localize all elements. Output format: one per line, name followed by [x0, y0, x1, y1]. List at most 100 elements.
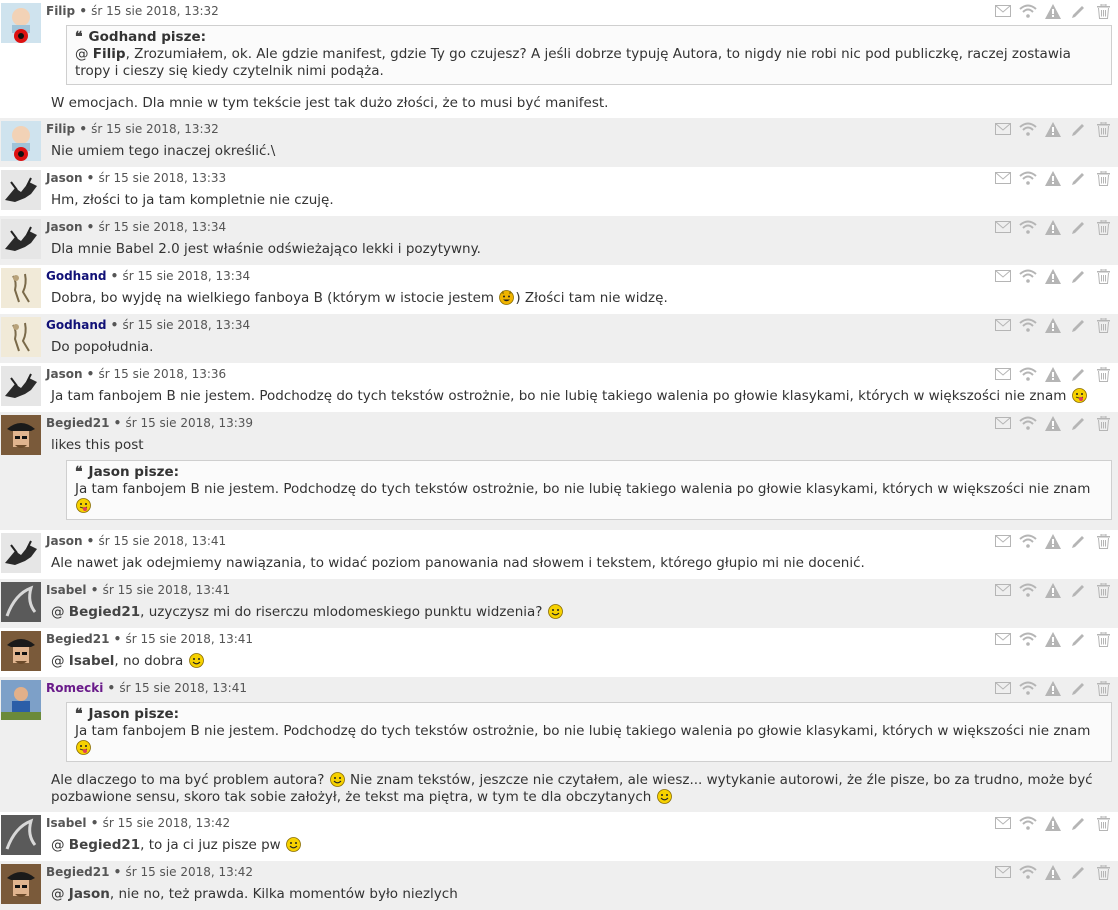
author-link[interactable]: Begied21: [46, 632, 109, 646]
author-link[interactable]: Jason: [46, 534, 83, 548]
mail-icon[interactable]: [994, 582, 1012, 598]
trash-icon[interactable]: [1094, 582, 1112, 598]
mail-icon[interactable]: [994, 864, 1012, 880]
author-link[interactable]: Filip: [46, 4, 75, 18]
avatar[interactable]: [1, 170, 41, 210]
wifi-icon[interactable]: [1019, 415, 1037, 431]
avatar[interactable]: [1, 121, 41, 161]
wifi-icon[interactable]: [1019, 170, 1037, 186]
pencil-icon[interactable]: [1069, 415, 1087, 431]
warning-icon[interactable]: [1044, 317, 1062, 333]
author-link[interactable]: Filip: [46, 122, 75, 136]
wifi-icon[interactable]: [1019, 317, 1037, 333]
pencil-icon[interactable]: [1069, 170, 1087, 186]
mention-link[interactable]: Begied21: [69, 837, 140, 853]
warning-icon[interactable]: [1044, 680, 1062, 696]
mention-link[interactable]: Filip: [93, 46, 126, 62]
avatar[interactable]: [1, 317, 41, 357]
author-link[interactable]: Godhand: [46, 318, 106, 332]
avatar[interactable]: [1, 864, 41, 904]
mail-icon[interactable]: [994, 268, 1012, 284]
trash-icon[interactable]: [1094, 366, 1112, 382]
avatar[interactable]: [1, 219, 41, 259]
pencil-icon[interactable]: [1069, 366, 1087, 382]
mail-icon[interactable]: [994, 170, 1012, 186]
warning-icon[interactable]: [1044, 415, 1062, 431]
pencil-icon[interactable]: [1069, 268, 1087, 284]
author-link[interactable]: Begied21: [46, 416, 109, 430]
author-link[interactable]: Isabel: [46, 583, 87, 597]
trash-icon[interactable]: [1094, 268, 1112, 284]
avatar[interactable]: [1, 631, 41, 671]
author-link[interactable]: Isabel: [46, 816, 87, 830]
avatar[interactable]: [1, 3, 41, 43]
trash-icon[interactable]: [1094, 680, 1112, 696]
wifi-icon[interactable]: [1019, 864, 1037, 880]
warning-icon[interactable]: [1044, 3, 1062, 19]
pencil-icon[interactable]: [1069, 631, 1087, 647]
wifi-icon[interactable]: [1019, 582, 1037, 598]
author-link[interactable]: Jason: [46, 220, 83, 234]
pencil-icon[interactable]: [1069, 533, 1087, 549]
pencil-icon[interactable]: [1069, 317, 1087, 333]
warning-icon[interactable]: [1044, 864, 1062, 880]
avatar[interactable]: [1, 815, 41, 855]
warning-icon[interactable]: [1044, 268, 1062, 284]
mail-icon[interactable]: [994, 533, 1012, 549]
trash-icon[interactable]: [1094, 219, 1112, 235]
author-link[interactable]: Begied21: [46, 865, 109, 879]
pencil-icon[interactable]: [1069, 815, 1087, 831]
trash-icon[interactable]: [1094, 864, 1112, 880]
mention-link[interactable]: Begied21: [69, 604, 140, 620]
trash-icon[interactable]: [1094, 631, 1112, 647]
wifi-icon[interactable]: [1019, 815, 1037, 831]
mail-icon[interactable]: [994, 3, 1012, 19]
mail-icon[interactable]: [994, 815, 1012, 831]
mention-link[interactable]: Isabel: [69, 653, 115, 669]
pencil-icon[interactable]: [1069, 3, 1087, 19]
wifi-icon[interactable]: [1019, 631, 1037, 647]
pencil-icon[interactable]: [1069, 121, 1087, 137]
trash-icon[interactable]: [1094, 815, 1112, 831]
wifi-icon[interactable]: [1019, 680, 1037, 696]
pencil-icon[interactable]: [1069, 864, 1087, 880]
wifi-icon[interactable]: [1019, 533, 1037, 549]
wifi-icon[interactable]: [1019, 3, 1037, 19]
mention-link[interactable]: Jason: [69, 886, 110, 902]
mail-icon[interactable]: [994, 631, 1012, 647]
avatar[interactable]: [1, 533, 41, 573]
pencil-icon[interactable]: [1069, 582, 1087, 598]
avatar[interactable]: [1, 268, 41, 308]
avatar[interactable]: [1, 582, 41, 622]
avatar[interactable]: [1, 680, 41, 720]
mail-icon[interactable]: [994, 317, 1012, 333]
warning-icon[interactable]: [1044, 170, 1062, 186]
trash-icon[interactable]: [1094, 3, 1112, 19]
trash-icon[interactable]: [1094, 317, 1112, 333]
author-link[interactable]: Romecki: [46, 681, 103, 695]
author-link[interactable]: Jason: [46, 171, 83, 185]
author-link[interactable]: Godhand: [46, 269, 106, 283]
avatar[interactable]: [1, 415, 41, 455]
wifi-icon[interactable]: [1019, 219, 1037, 235]
trash-icon[interactable]: [1094, 121, 1112, 137]
avatar[interactable]: [1, 366, 41, 406]
pencil-icon[interactable]: [1069, 680, 1087, 696]
warning-icon[interactable]: [1044, 219, 1062, 235]
warning-icon[interactable]: [1044, 366, 1062, 382]
mail-icon[interactable]: [994, 219, 1012, 235]
mail-icon[interactable]: [994, 680, 1012, 696]
wifi-icon[interactable]: [1019, 268, 1037, 284]
warning-icon[interactable]: [1044, 582, 1062, 598]
author-link[interactable]: Jason: [46, 367, 83, 381]
warning-icon[interactable]: [1044, 121, 1062, 137]
trash-icon[interactable]: [1094, 533, 1112, 549]
wifi-icon[interactable]: [1019, 366, 1037, 382]
wifi-icon[interactable]: [1019, 121, 1037, 137]
warning-icon[interactable]: [1044, 815, 1062, 831]
mail-icon[interactable]: [994, 415, 1012, 431]
warning-icon[interactable]: [1044, 631, 1062, 647]
pencil-icon[interactable]: [1069, 219, 1087, 235]
trash-icon[interactable]: [1094, 170, 1112, 186]
mail-icon[interactable]: [994, 366, 1012, 382]
